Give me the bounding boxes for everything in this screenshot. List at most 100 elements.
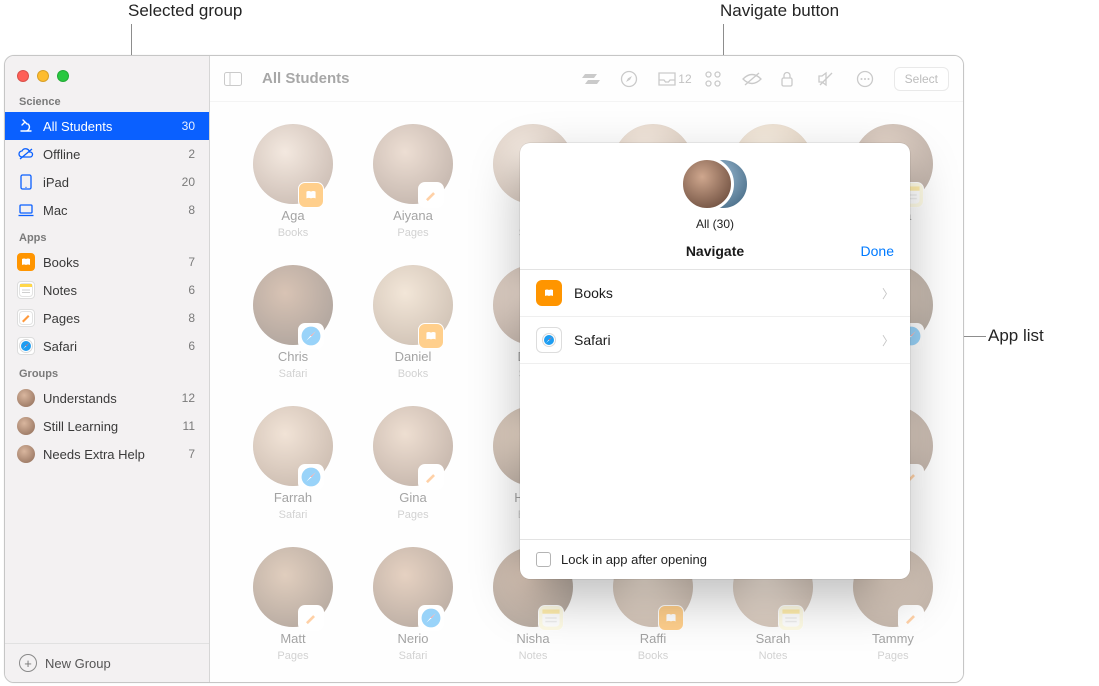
sidebar: Science All Students30 Offline 2 iPad20Mac8… xyxy=(5,56,210,682)
close-icon[interactable] xyxy=(17,70,29,82)
sidebar-item-all-students[interactable]: All Students30 xyxy=(5,112,209,140)
window-controls xyxy=(5,62,209,88)
student-name: Tammy xyxy=(872,631,914,646)
student-app: Books xyxy=(638,650,669,662)
student-card[interactable]: FarrahSafari xyxy=(240,406,346,521)
mute-icon[interactable] xyxy=(818,71,844,87)
books-icon xyxy=(298,182,324,208)
sidebar-item-label: Needs Extra Help xyxy=(43,447,145,462)
sidebar-item-count: 11 xyxy=(183,419,195,433)
dialog-app-list: Books〉Safari〉 xyxy=(520,269,910,540)
student-card[interactable]: ChrisSafari xyxy=(240,265,346,380)
sidebar-item-count: 2 xyxy=(188,147,195,161)
app-row-books[interactable]: Books 〉 xyxy=(520,270,910,317)
student-app: Pages xyxy=(397,509,428,521)
books-icon xyxy=(536,280,562,306)
safari-icon xyxy=(298,323,324,349)
sidebar-item-count: 20 xyxy=(182,175,195,189)
screens-icon[interactable] xyxy=(582,71,608,87)
callout-app-list: App list xyxy=(988,326,1044,346)
lock-checkbox[interactable] xyxy=(536,552,551,567)
student-name: Sarah xyxy=(756,631,791,646)
navigate-button[interactable] xyxy=(704,70,730,88)
student-card[interactable]: Gina Pages xyxy=(360,406,466,521)
group-avatar-icon xyxy=(17,417,35,435)
student-name: Chris xyxy=(278,349,308,364)
sidebar-item-ipad[interactable]: iPad20 xyxy=(5,168,209,196)
inbox-button[interactable]: 12 xyxy=(658,72,691,86)
sidebar-item-pages[interactable]: Pages 8 xyxy=(5,304,209,332)
sidebar-item-label: Still Learning xyxy=(43,419,118,434)
safari-icon xyxy=(536,327,562,353)
app-window: Science All Students30Offline2iPad20Mac8… xyxy=(4,55,964,683)
compass-icon[interactable] xyxy=(620,70,646,88)
chevron-right-icon: 〉 xyxy=(882,285,894,302)
student-name: Aiyana xyxy=(393,208,433,223)
sidebar-item-count: 6 xyxy=(188,339,195,353)
student-card[interactable]: NerioSafari xyxy=(360,547,466,662)
group-avatar-icon xyxy=(17,445,35,463)
notes-icon xyxy=(778,605,804,631)
select-button[interactable]: Select xyxy=(894,67,949,91)
page-title: All Students xyxy=(262,70,350,87)
student-name: Gina xyxy=(399,490,426,505)
pages-icon xyxy=(17,309,35,327)
sidebar-item-notes[interactable]: Notes 6 xyxy=(5,276,209,304)
sidebar-item-count: 12 xyxy=(182,391,195,405)
student-name: Aga xyxy=(281,208,304,223)
student-card[interactable]: AiyanaPages xyxy=(360,124,466,239)
hide-icon[interactable] xyxy=(742,72,768,86)
sidebar-item-count: 30 xyxy=(182,119,195,133)
sidebar-item-label: Notes xyxy=(43,283,77,298)
student-card[interactable]: Matt Pages xyxy=(240,547,346,662)
student-app: Pages xyxy=(877,650,908,662)
student-app: Notes xyxy=(519,650,548,662)
student-card[interactable]: AgaBooks xyxy=(240,124,346,239)
sidebar-item-still-learning[interactable]: Still Learning 11 xyxy=(5,412,209,440)
sidebar-section-science: Science xyxy=(5,88,209,112)
notes-icon xyxy=(538,605,564,631)
new-group-button[interactable]: + New Group xyxy=(5,643,209,682)
sidebar-item-count: 8 xyxy=(188,203,195,217)
pages-icon xyxy=(298,605,324,631)
sidebar-item-understands[interactable]: Understands 12 xyxy=(5,384,209,412)
safari-icon xyxy=(298,464,324,490)
plus-circle-icon: + xyxy=(19,654,37,672)
app-row-label: Books xyxy=(574,285,613,301)
student-app: Notes xyxy=(759,650,788,662)
sidebar-item-count: 8 xyxy=(188,311,195,325)
student-app: Safari xyxy=(279,509,308,521)
dialog-title: Navigate xyxy=(686,243,744,259)
sidebar-item-label: Books xyxy=(43,255,79,270)
sidebar-toggle-icon[interactable] xyxy=(224,72,250,86)
more-icon[interactable] xyxy=(856,70,882,88)
sidebar-item-safari[interactable]: Safari6 xyxy=(5,332,209,360)
notes-icon xyxy=(17,281,35,299)
toolbar: All Students 12 xyxy=(210,56,963,102)
sidebar-item-label: Understands xyxy=(43,391,117,406)
chevron-right-icon: 〉 xyxy=(882,332,894,349)
student-card[interactable]: DanielBooks xyxy=(360,265,466,380)
books-icon xyxy=(418,323,444,349)
sidebar-item-label: Offline xyxy=(43,147,80,162)
ipad-icon xyxy=(17,173,35,191)
group-avatar-icon xyxy=(17,389,35,407)
done-button[interactable]: Done xyxy=(861,243,894,259)
student-name: Matt xyxy=(280,631,305,646)
sidebar-item-books[interactable]: Books7 xyxy=(5,248,209,276)
student-app: Pages xyxy=(277,650,308,662)
minimize-icon[interactable] xyxy=(37,70,49,82)
sidebar-item-offline[interactable]: Offline 2 xyxy=(5,140,209,168)
cloud-slash-icon xyxy=(17,145,35,163)
dialog-subtitle: All (30) xyxy=(696,217,734,231)
sidebar-item-needs-extra-help[interactable]: Needs Extra Help7 xyxy=(5,440,209,468)
app-row-safari[interactable]: Safari〉 xyxy=(520,317,910,364)
dialog-header: All (30) Navigate Done xyxy=(520,143,910,269)
sidebar-item-label: Pages xyxy=(43,311,80,326)
sidebar-item-count: 6 xyxy=(188,283,195,297)
sidebar-item-mac[interactable]: Mac8 xyxy=(5,196,209,224)
pages-icon xyxy=(418,464,444,490)
zoom-icon[interactable] xyxy=(57,70,69,82)
sidebar-section-groups: Groups xyxy=(5,360,209,384)
lock-icon[interactable] xyxy=(780,71,806,87)
